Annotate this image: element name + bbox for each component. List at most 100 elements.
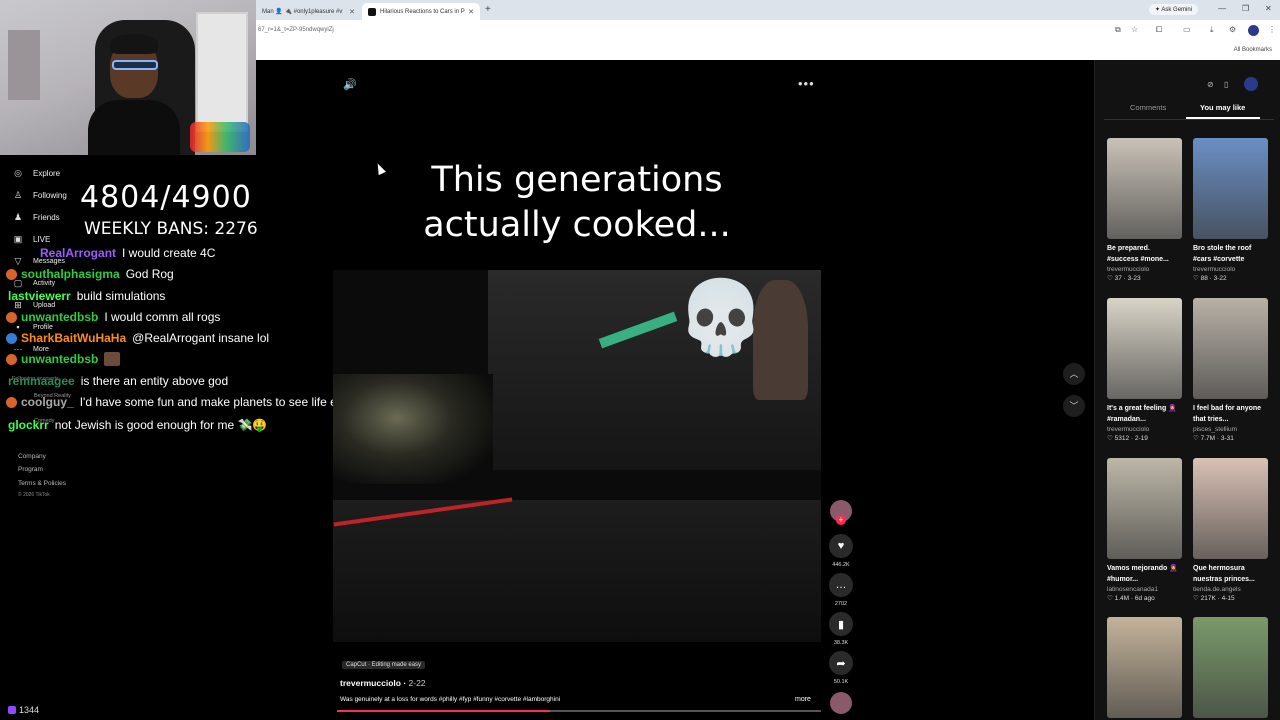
close-tab-icon[interactable]: ✕ [349,8,355,16]
video-thumbnail[interactable] [1107,617,1182,718]
extension-puzzle-icon[interactable]: ⚙ [1229,25,1236,34]
ask-gemini-button[interactable]: ✦ Ask Gemini [1149,4,1199,15]
video-thumbnail[interactable] [1107,458,1182,559]
new-tab-icon[interactable]: + [485,4,491,15]
video-thumbnail[interactable] [1193,617,1268,718]
download-icon[interactable]: ⤓ [1210,25,1214,35]
url-text[interactable]: 67_r=1&_t=ZP-95ndwqwylZj [258,27,334,33]
video-caption-text: This generations actually cooked... [423,160,731,245]
video-card[interactable]: Vamos mejorando 🧕 #humor... latinosencan… [1107,458,1183,602]
video-options-icon[interactable]: ••• [798,76,815,91]
like-button[interactable]: ♥ 446.2K [826,534,856,568]
card-author[interactable]: pisces_stellium [1193,426,1269,433]
browser-tab[interactable]: Man 👤 🔌 #only1pleasure #v ✕ [256,3,361,20]
author-name[interactable]: trevermucciolo [340,678,401,688]
chat-message: southalphasigma God Rog [6,267,174,281]
video-card[interactable] [1193,617,1269,718]
maximize-icon[interactable]: ❐ [1242,4,1249,13]
chat-username: remmaagee [8,374,75,388]
video-card[interactable]: I feel bad for anyone that tries... pisc… [1193,298,1269,442]
tab-you-may-like[interactable]: You may like [1200,103,1245,112]
video-thumbnail[interactable] [1193,458,1268,559]
card-title[interactable]: I feel bad for anyone that tries... [1193,403,1269,425]
car-dashboard [333,500,821,642]
video-thumbnail[interactable] [1107,138,1182,239]
card-author[interactable]: trevermucciolo [1193,266,1269,273]
profile-avatar-icon[interactable] [1248,25,1259,36]
chat-message: lastviewerr build simulations [8,289,165,303]
card-author[interactable]: trevermucciolo [1107,266,1183,273]
nav-friends[interactable]: ♟ Friends [12,212,60,223]
address-bar[interactable]: 67_r=1&_t=ZP-95ndwqwylZj ⧉ ☆ ⧠ ▭ ⤓ ⚙ ⋮ [256,20,1280,42]
footer-program-link[interactable]: Program [18,466,43,473]
heart-icon[interactable]: ♥ [829,534,853,558]
video-author[interactable]: trevermucciolo · 2-22 [340,678,426,688]
card-title[interactable]: Que hermosura nuestras princes... [1193,563,1269,585]
all-bookmarks-link[interactable]: All Bookmarks [1234,47,1272,53]
browser-tab-active[interactable]: Hilarious Reactions to Cars in P ✕ [362,3,480,20]
previous-video-icon[interactable]: ︿ [1063,363,1085,385]
bookmark-star-icon[interactable]: ☆ [1131,25,1138,34]
card-author[interactable]: latinosencanada1 [1107,586,1183,593]
tab-label: Man 👤 🔌 #only1pleasure #v [262,9,343,15]
follow-plus-icon[interactable]: + [836,515,846,525]
video-thumbnail[interactable] [1107,298,1182,399]
install-app-icon[interactable]: ⧉ [1115,25,1121,35]
card-author[interactable]: trevermucciolo [1107,426,1183,433]
sidebar-icon[interactable]: ▭ [1183,25,1191,34]
comment-button[interactable]: … 2702 [826,573,856,607]
chat-message: unwantedbsb I would comm all rogs [6,310,220,324]
chat-emote-icon [104,352,121,366]
chat-text: God Rog [125,267,174,281]
extensions-icon[interactable]: ⧠ [1156,25,1162,35]
mobile-icon[interactable]: ▯ [1224,80,1228,89]
capcut-tag[interactable]: CapCut · Editing made easy [342,661,426,669]
video-card[interactable] [1107,617,1183,718]
share-icon[interactable]: ➦ [829,651,853,675]
music-disc-icon[interactable] [830,692,852,714]
video-card[interactable]: It's a great feeling 🧕 #ramadan... treve… [1107,298,1183,442]
card-author[interactable]: tienda.de.angels [1193,586,1269,593]
webcam-hair [110,34,158,54]
close-window-icon[interactable]: ✕ [1265,4,1272,13]
share-button[interactable]: ➦ 50.1K [826,651,856,685]
nav-live[interactable]: ▣ LIVE [12,234,51,245]
nav-following[interactable]: ♙ Following [12,190,67,201]
card-title[interactable]: Vamos mejorando 🧕 #humor... [1107,563,1183,585]
nav-label: Following [33,191,67,200]
volume-icon[interactable]: 🔊 [343,78,357,91]
video-card[interactable]: Bro stole the roof #cars #corvette treve… [1193,138,1269,282]
video-card[interactable]: Be prepared. #success #mone... trevermuc… [1107,138,1183,282]
more-link[interactable]: more [795,696,811,703]
save-button[interactable]: ▮ 38.3K [826,612,856,646]
minimize-icon[interactable]: — [1218,4,1226,13]
viewer-count: 1344 [8,705,39,715]
footer-company-link[interactable]: Company [18,453,46,460]
card-title[interactable]: It's a great feeling 🧕 #ramadan... [1107,403,1183,425]
card-title[interactable]: Be prepared. #success #mone... [1107,243,1183,265]
compass-icon[interactable]: ⊘ [1207,80,1214,89]
card-title[interactable]: Bro stole the roof #cars #corvette [1193,243,1269,265]
video-thumbnail[interactable] [1193,138,1268,239]
skull-emoji-icon: 💀 [676,278,766,358]
video-thumbnail[interactable] [1193,298,1268,399]
video-card[interactable]: Que hermosura nuestras princes... tienda… [1193,458,1269,602]
tiktok-favicon-icon [368,7,376,16]
footer-terms-link[interactable]: Terms & Policies [18,480,66,487]
nav-label: Activity [33,280,56,287]
tab-comments[interactable]: Comments [1130,103,1166,112]
progress-fill [337,710,550,712]
comment-count: 2702 [834,601,848,607]
comment-icon[interactable]: … [829,573,853,597]
video-progress-bar[interactable] [337,710,821,712]
bookmark-icon[interactable]: ▮ [829,612,853,636]
user-avatar[interactable] [1244,77,1258,91]
chat-message: RealArrogant I would create 4C [40,246,215,260]
menu-icon[interactable]: ⋮ [1268,25,1276,34]
tab-label: Hilarious Reactions to Cars in P [380,8,465,15]
next-video-icon[interactable]: ﹀ [1063,395,1085,417]
copyright-text: © 2026 TikTok [18,492,50,498]
nav-explore[interactable]: ◎ Explore [12,168,60,179]
close-tab-icon[interactable]: ✕ [468,8,474,16]
chat-username: glockrr [8,418,49,432]
